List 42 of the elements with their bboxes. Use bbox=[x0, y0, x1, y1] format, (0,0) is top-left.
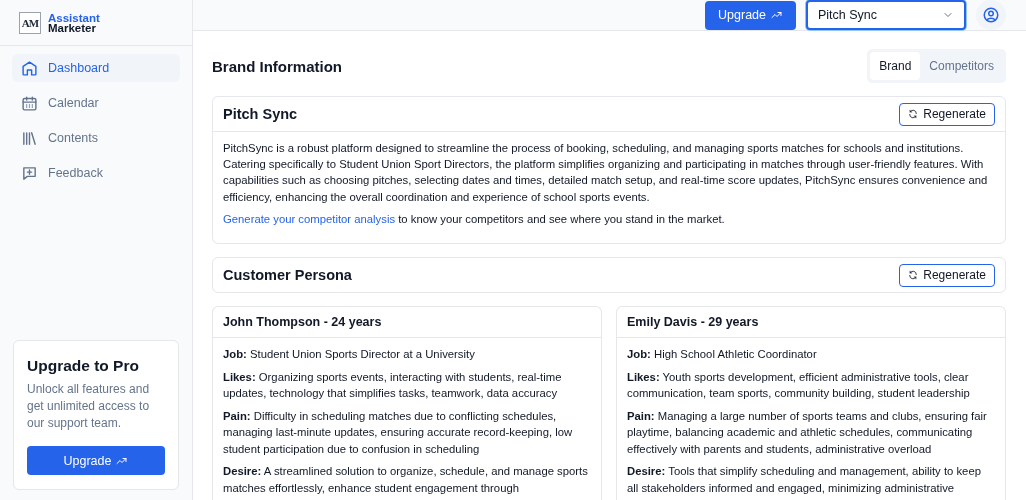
persona-detail: Desire: A streamlined solution to organize, schedule, and manage sports matches effortlessly, enhance student engagement through bbox=[223, 464, 589, 496]
section-title: Customer Persona bbox=[223, 267, 352, 283]
trend-up-icon bbox=[771, 9, 783, 21]
user-circle-icon bbox=[982, 6, 1000, 24]
page-title: Brand Information bbox=[212, 57, 342, 75]
promo-text: Unlock all features and get unlimited access to our support team. bbox=[27, 381, 151, 432]
persona-detail: Likes: Organizing sports events, interacting with students, real-time updates, technology that simplifies tasks, teamwork, data accuracy bbox=[223, 369, 563, 401]
select-value: Pitch Sync bbox=[818, 8, 878, 22]
account-button[interactable] bbox=[976, 0, 1006, 30]
competitor-analysis-link[interactable]: Generate your competitor analysis bbox=[223, 212, 396, 225]
upgrade-button[interactable]: Upgrade bbox=[27, 446, 165, 475]
logo-text: Marketer bbox=[48, 22, 96, 33]
tab[interactable]: Brand bbox=[870, 52, 921, 80]
calendar-icon bbox=[21, 94, 38, 112]
promo-title: Upgrade to Pro bbox=[27, 357, 140, 375]
brand-description: PitchSync is a robust platform designed to streamline the process of booking, scheduling, and managing sports matches for schools and institutions. Catering specifically to Student Union Sport Directors, the platform simplifies organizing and participating in matches through user-friendly features. With capabilities such as choosing pitches, selecting dates and times, detailed match setup, and real-time score updates, PitchSync ensures convenience and efficiency, enhancing the overall coordination and experience of school sports events. bbox=[223, 141, 989, 205]
refresh-icon bbox=[908, 270, 919, 280]
brand-select[interactable]: Pitch Sync bbox=[806, 0, 966, 30]
persona-detail: Pain: Difficulty in scheduling matches due to conflicting schedules, managing last-minute updates, ensuring accurate record-keeping, low student participation due to confusion in scheduling bbox=[223, 408, 574, 457]
sidebar-item[interactable]: Dashboard bbox=[12, 54, 180, 82]
refresh-icon bbox=[908, 109, 919, 119]
sidebar-item[interactable]: Contents bbox=[12, 124, 180, 152]
message-plus-icon bbox=[21, 164, 38, 182]
persona-detail: Job: Student Union Sports Director at a University bbox=[223, 347, 476, 362]
competitor-hint: Generate your competitor analysis to know your competitors and see where you stand in the market. bbox=[223, 211, 726, 227]
persona-detail: Pain: Managing a large number of sports teams and clubs, ensuring fair playtime, balancing academic and athletic schedules, communicating effectively with parents and students, administrative overload bbox=[627, 408, 988, 457]
books-icon bbox=[21, 129, 38, 147]
regenerate-button[interactable]: Regenerate bbox=[899, 263, 995, 287]
home-icon bbox=[21, 59, 38, 77]
sidebar-item[interactable]: Calendar bbox=[12, 89, 180, 117]
tab[interactable]: Competitors bbox=[920, 52, 1003, 80]
logo-mark: AM bbox=[19, 11, 41, 34]
persona-name: John Thompson - 24 years bbox=[213, 307, 601, 338]
sidebar-item[interactable]: Feedback bbox=[12, 159, 180, 187]
persona-name: Emily Davis - 29 years bbox=[617, 307, 1005, 338]
regenerate-button[interactable]: Regenerate bbox=[899, 102, 995, 126]
upgrade-button[interactable]: Upgrade bbox=[705, 0, 796, 30]
persona-detail: Likes: Youth sports development, efficient administrative tools, clear communication, team sports, community building, student leadership bbox=[627, 369, 971, 401]
persona-detail: Job: High School Athletic Coordinator bbox=[627, 347, 818, 362]
card-title: Pitch Sync bbox=[223, 106, 298, 122]
logo-text: Assistant bbox=[48, 12, 100, 23]
persona-detail: Desire: Tools that simplify scheduling and management, ability to keep all stakeholders informed and engaged, minimizing administrative bbox=[627, 464, 982, 496]
